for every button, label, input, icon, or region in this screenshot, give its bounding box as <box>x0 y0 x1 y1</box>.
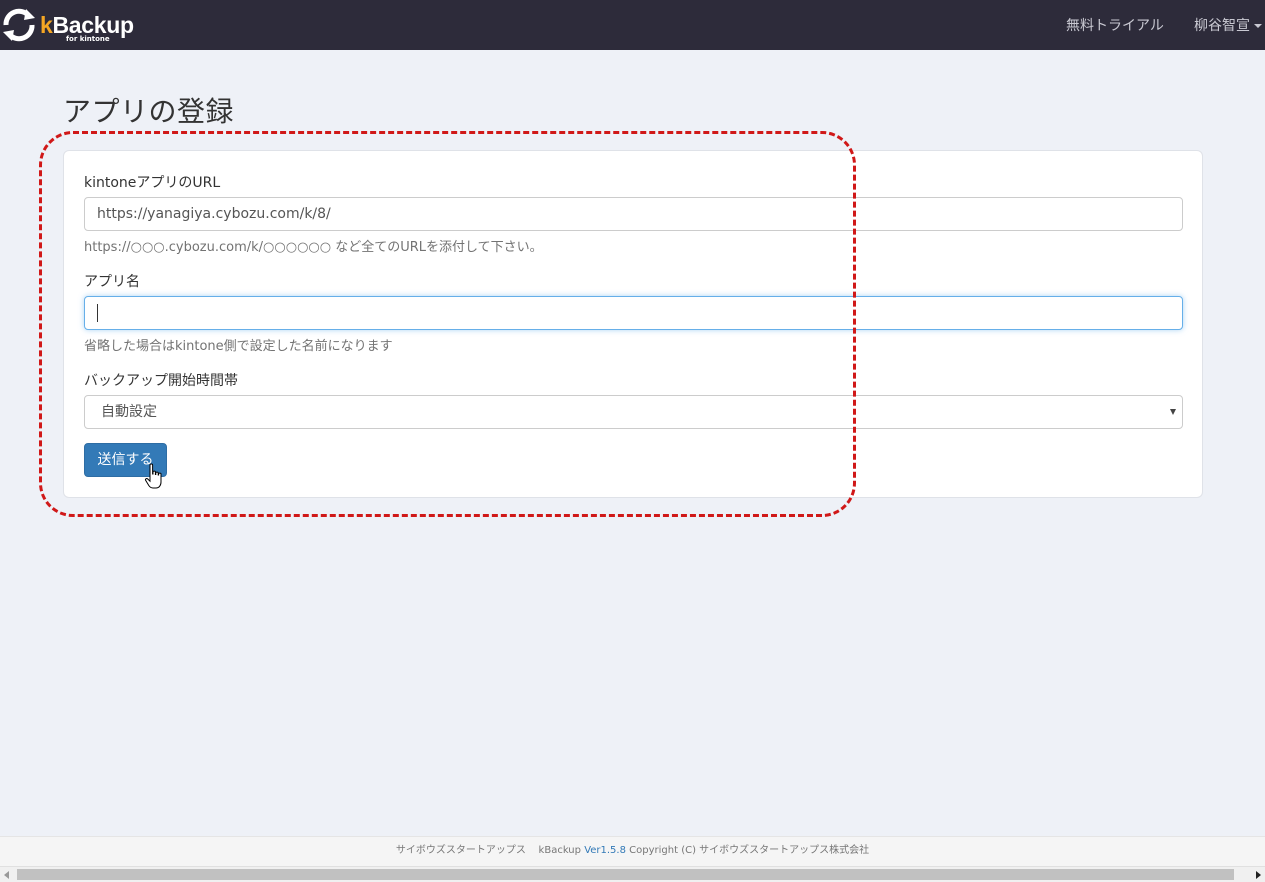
top-navbar: kBackup for kintone 無料トライアル 柳谷智宣 <box>0 0 1265 50</box>
page-title: アプリの登録 <box>63 95 235 128</box>
hand-pointer-icon <box>144 463 162 489</box>
scroll-right-arrow-icon[interactable] <box>1256 871 1261 879</box>
dropdown-arrow-icon <box>1170 409 1176 415</box>
url-input[interactable]: https://yanagiya.cybozu.com/k/8/ <box>84 197 1183 231</box>
footer-company: サイボウズスタートアップス <box>395 845 526 856</box>
app-registration-form: kintoneアプリのURL https://yanagiya.cybozu.c… <box>63 150 1203 498</box>
brand-logo-link[interactable]: kBackup for kintone <box>0 6 134 44</box>
footer: サイボウズスタートアップス kBackup Ver1.5.8 Copyright… <box>0 836 1265 866</box>
nav-free-trial-link[interactable]: 無料トライアル <box>1066 15 1164 35</box>
horizontal-scrollbar[interactable] <box>0 866 1265 882</box>
brand-k: k <box>40 12 53 38</box>
app-name-help-text: 省略した場合はkintone側で設定した名前になります <box>84 339 393 354</box>
scroll-left-arrow-icon[interactable] <box>4 871 9 879</box>
user-name: 柳谷智宣 <box>1194 18 1250 34</box>
text-cursor <box>97 304 98 322</box>
backup-time-select[interactable]: 自動設定 <box>84 395 1183 429</box>
brand-text: kBackup for kintone <box>40 12 134 43</box>
footer-copyright: Copyright (C) サイボウズスタートアップス株式会社 <box>629 845 870 856</box>
user-menu-dropdown[interactable]: 柳谷智宣 <box>1194 15 1262 35</box>
footer-version: Ver1.5.8 <box>584 845 626 856</box>
url-input-value: https://yanagiya.cybozu.com/k/8/ <box>97 206 331 222</box>
caret-down-icon <box>1254 24 1262 28</box>
url-label: kintoneアプリのURL <box>84 175 221 191</box>
refresh-arrows-icon <box>3 8 35 42</box>
url-help-text: https://○○○.cybozu.com/k/○○○○○○ など全てのURL… <box>84 240 543 255</box>
app-name-label: アプリ名 <box>84 274 140 290</box>
footer-product: kBackup <box>538 845 581 856</box>
backup-time-label: バックアップ開始時間帯 <box>84 373 238 389</box>
brand-subtitle: for kintone <box>66 35 110 43</box>
scrollbar-thumb[interactable] <box>17 869 1234 880</box>
app-name-input[interactable] <box>84 296 1183 330</box>
backup-time-selected: 自動設定 <box>101 404 157 420</box>
